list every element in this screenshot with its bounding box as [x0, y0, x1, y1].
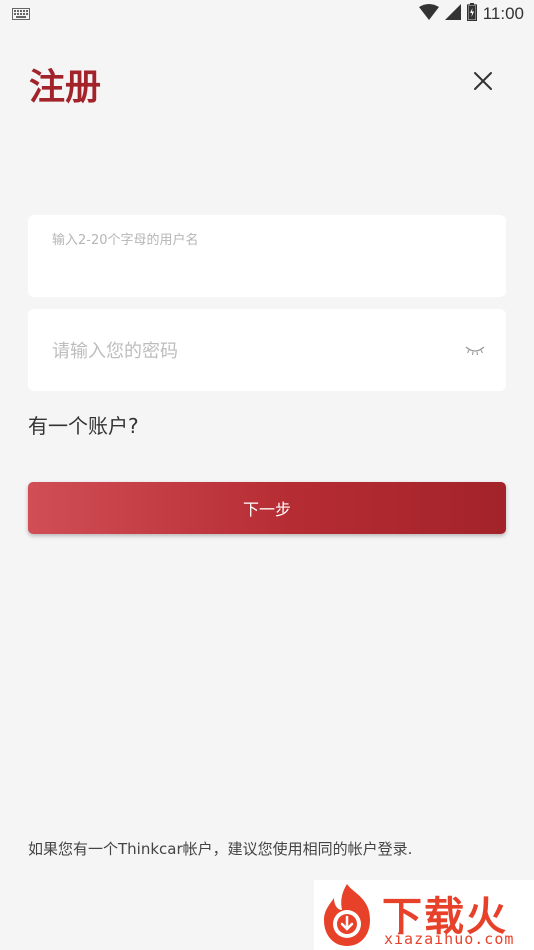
page-title: 注册 — [29, 67, 102, 108]
password-visibility-toggle[interactable] — [464, 342, 486, 358]
password-input[interactable] — [50, 335, 454, 367]
status-icons: 11:00 — [418, 3, 524, 25]
footer-note: 如果您有一个Thinkcar帐户，建议您使用相同的帐户登录. — [28, 840, 413, 858]
password-field-container — [28, 309, 506, 391]
username-field-container — [28, 215, 506, 297]
keyboard-icon — [12, 5, 30, 24]
eye-closed-icon — [465, 346, 485, 356]
watermark-logo: 下载火 xiazaihuo.com — [314, 880, 534, 950]
flame-logo-icon — [324, 884, 370, 946]
status-bar: 11:00 — [0, 0, 534, 28]
next-step-button[interactable]: 下一步 — [28, 482, 506, 534]
cell-signal-icon — [444, 4, 461, 24]
wifi-icon — [418, 4, 439, 24]
battery-icon — [466, 3, 477, 25]
watermark-domain: xiazaihuo.com — [384, 930, 515, 948]
close-icon — [474, 72, 492, 90]
have-account-link[interactable]: 有一个账户? — [28, 410, 139, 439]
username-input[interactable] — [50, 229, 484, 251]
close-button[interactable] — [468, 66, 498, 96]
status-time: 11:00 — [482, 4, 524, 23]
